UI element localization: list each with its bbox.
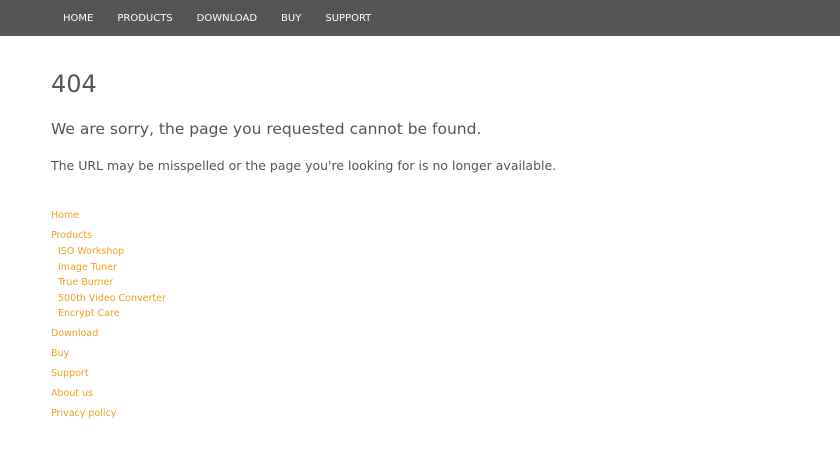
nav-buy-link[interactable]: BUY — [281, 13, 301, 24]
sitemap-support-link[interactable]: Support — [51, 368, 166, 380]
sitemap-home-link[interactable]: Home — [51, 210, 166, 222]
sitemap-item-about: About us — [51, 388, 166, 400]
sitemap-privacy-link[interactable]: Privacy policy — [51, 408, 166, 420]
top-nav-links: HOME PRODUCTS DOWNLOAD BUY SUPPORT — [51, 0, 395, 36]
error-detail-text: The URL may be misspelled or the page yo… — [51, 158, 557, 173]
nav-download-link[interactable]: DOWNLOAD — [197, 13, 257, 24]
sitemap-subitem-iso-workshop: ISO Workshop — [58, 246, 166, 258]
nav-products-link[interactable]: PRODUCTS — [117, 13, 172, 24]
sitemap-item-home: Home — [51, 210, 166, 222]
error-headline: We are sorry, the page you requested can… — [51, 120, 482, 138]
sitemap-item-privacy: Privacy policy — [51, 408, 166, 420]
error-code-heading: 404 — [51, 70, 97, 98]
sitemap-encrypt-care-link[interactable]: Encrypt Care — [58, 308, 166, 320]
sitemap-subitem-video-converter: 500th Video Converter — [58, 293, 166, 305]
sitemap-item-products: Products — [51, 230, 166, 242]
top-navigation-bar: HOME PRODUCTS DOWNLOAD BUY SUPPORT — [0, 0, 840, 36]
sitemap-subitem-true-burner: True Burner — [58, 277, 166, 289]
sitemap-subitem-image-tuner: Image Tuner — [58, 262, 166, 274]
sitemap-iso-workshop-link[interactable]: ISO Workshop — [58, 246, 166, 258]
sitemap-about-link[interactable]: About us — [51, 388, 166, 400]
sitemap-video-converter-link[interactable]: 500th Video Converter — [58, 293, 166, 305]
nav-support-link[interactable]: SUPPORT — [325, 13, 371, 24]
sitemap-download-link[interactable]: Download — [51, 328, 166, 340]
sitemap-subitem-encrypt-care: Encrypt Care — [58, 308, 166, 320]
sitemap-item-buy: Buy — [51, 348, 166, 360]
sitemap-products-sublist: ISO Workshop Image Tuner True Burner 500… — [51, 246, 166, 320]
sitemap-item-download: Download — [51, 328, 166, 340]
sitemap-list: Home Products ISO Workshop Image Tuner T… — [51, 210, 166, 428]
nav-home-link[interactable]: HOME — [63, 13, 93, 24]
sitemap-buy-link[interactable]: Buy — [51, 348, 166, 360]
sitemap-products-link[interactable]: Products — [51, 230, 166, 242]
sitemap-image-tuner-link[interactable]: Image Tuner — [58, 262, 166, 274]
sitemap-products-group: ISO Workshop Image Tuner True Burner 500… — [51, 246, 166, 320]
sitemap-item-support: Support — [51, 368, 166, 380]
sitemap-true-burner-link[interactable]: True Burner — [58, 277, 166, 289]
